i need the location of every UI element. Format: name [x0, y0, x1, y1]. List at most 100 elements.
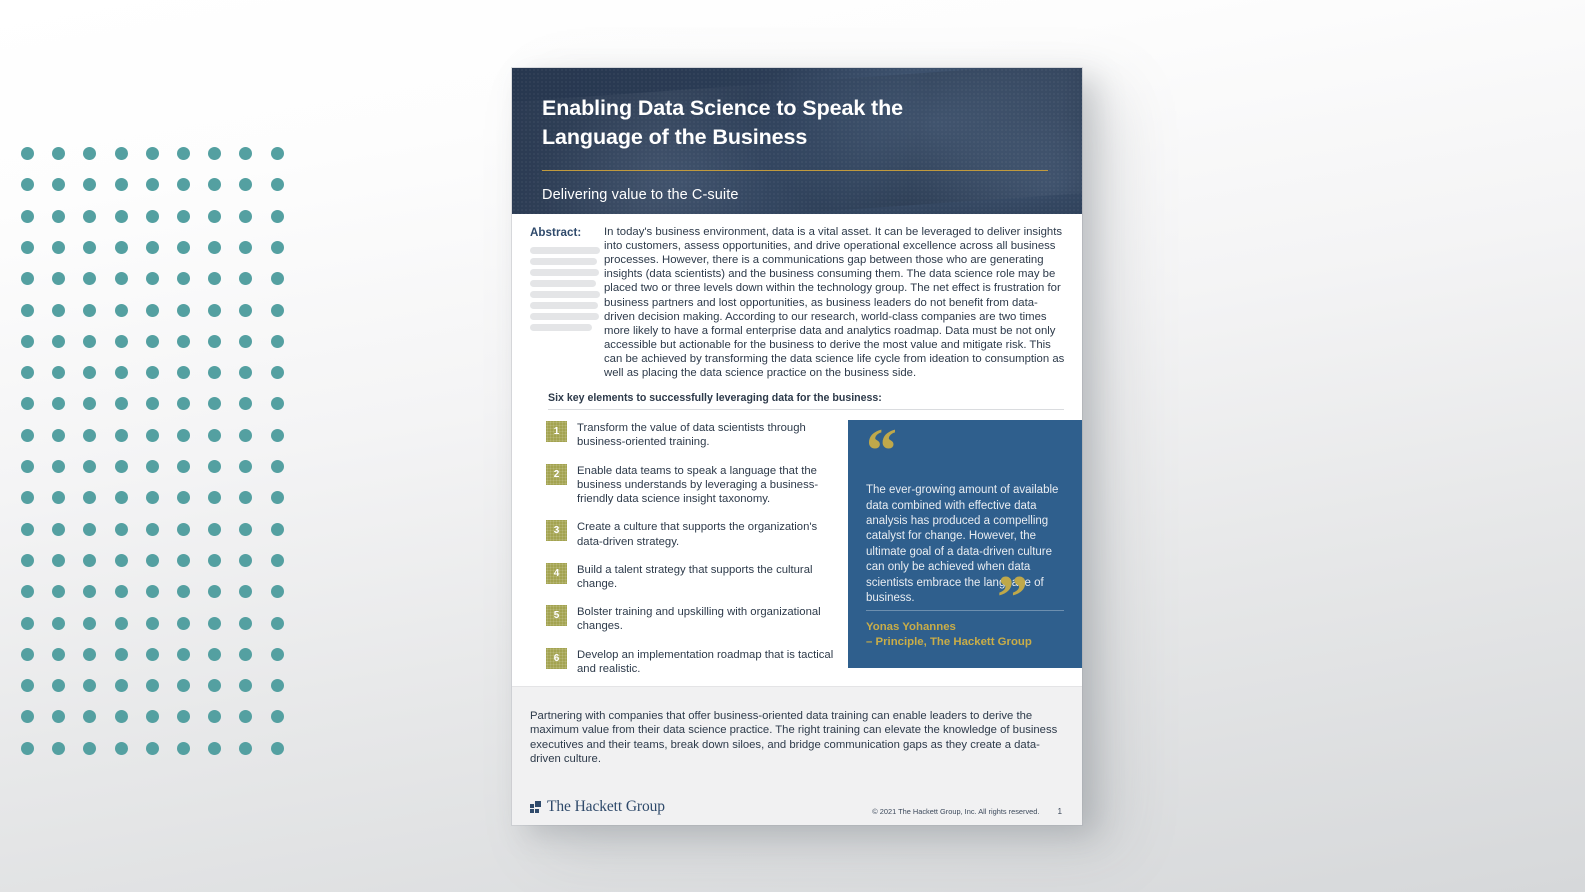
background-dot: [21, 366, 34, 380]
background-dot: [114, 710, 128, 724]
background-dot: [239, 366, 253, 380]
list-item: 5 Bolster training and upskilling with or…: [546, 604, 836, 633]
background-dot: [239, 178, 253, 192]
background-dot: [145, 647, 159, 661]
background-dot: [21, 209, 34, 223]
background-dot: [52, 272, 66, 286]
background-dot: [177, 616, 190, 630]
background-dot: [52, 366, 66, 380]
background-dot: [208, 585, 222, 599]
background-dot: [145, 272, 159, 286]
background-dot: [52, 460, 66, 473]
background-dot: [177, 178, 190, 192]
background-dot: [239, 209, 253, 223]
background-dot: [114, 272, 128, 286]
background-dot: [208, 679, 222, 693]
list-item-number-badge: 3: [546, 520, 567, 542]
background-dot: [208, 741, 222, 755]
background-dot: [239, 460, 253, 473]
footer-meta: © 2021 The Hackett Group, Inc. All right…: [872, 807, 1062, 816]
background-dot: [208, 460, 222, 473]
background-dot: [145, 428, 159, 442]
background-dot: [270, 647, 284, 661]
background-dot: [145, 710, 159, 724]
background-dot: [21, 147, 34, 160]
background-dot: [145, 460, 159, 473]
logo-mark-icon: [530, 800, 543, 814]
pull-quote-attribution: Yonas Yohannes – Principle, The Hackett …: [866, 620, 1064, 650]
background-dot: [21, 710, 34, 724]
pull-quote-divider: [866, 610, 1064, 612]
background-dot: [177, 710, 190, 724]
background-dot: [208, 334, 222, 348]
background-dot: [270, 428, 284, 442]
background-dot: [52, 616, 66, 630]
abstract-placeholder-bar: [530, 247, 600, 254]
background-dot: [21, 303, 34, 317]
background-dot: [83, 491, 97, 505]
background-dot: [114, 366, 128, 380]
background-dot: [145, 679, 159, 693]
logo-wordmark: The Hackett Group: [547, 798, 665, 815]
background-dot: [208, 647, 222, 661]
background-dot: [83, 553, 97, 567]
body-columns: 1 Transform the value of data scientists …: [512, 410, 1082, 689]
background-dot: [145, 741, 159, 755]
background-dot: [52, 522, 66, 536]
background-dot: [83, 366, 97, 380]
pull-quote-box: “ The ever-growing amount of available d…: [848, 420, 1082, 669]
background-dot: [208, 240, 222, 254]
background-dot: [114, 147, 128, 160]
background-dot: [270, 366, 284, 380]
background-dot: [270, 147, 284, 160]
background-dot: [270, 178, 284, 192]
background-dot: [114, 741, 128, 755]
abstract-section: Abstract: In today's business environmen…: [512, 214, 1082, 380]
background-dot: [114, 585, 128, 599]
background-dot: [239, 679, 253, 693]
header-gold-divider: [542, 170, 1048, 172]
background-dot-grid: [0, 0, 300, 892]
background-dot: [52, 303, 66, 317]
background-dot: [177, 397, 190, 411]
background-dot: [145, 522, 159, 536]
background-dot: [52, 240, 66, 254]
background-dot: [83, 272, 97, 286]
hackett-group-logo: The Hackett Group: [530, 798, 665, 816]
background-dot: [52, 647, 66, 661]
background-dot: [83, 710, 97, 724]
list-item-number-badge: 5: [546, 605, 567, 627]
document-header-banner: Enabling Data Science to Speak the Langu…: [512, 68, 1082, 214]
background-dot: [239, 616, 253, 630]
background-dot: [208, 303, 222, 317]
background-dot: [177, 741, 190, 755]
list-item: 1 Transform the value of data scientists …: [546, 420, 836, 449]
background-dot: [208, 491, 222, 505]
background-dot: [52, 209, 66, 223]
background-dot: [83, 741, 97, 755]
background-dot: [208, 147, 222, 160]
background-dot: [21, 522, 34, 536]
abstract-placeholder-bar: [530, 258, 598, 265]
background-dot: [83, 585, 97, 599]
list-item-number-badge: 6: [546, 647, 567, 669]
background-dot: [239, 397, 253, 411]
background-dot: [177, 647, 190, 661]
background-dot: [145, 366, 159, 380]
background-dot: [114, 303, 128, 317]
background-dot: [239, 741, 253, 755]
background-dot: [114, 428, 128, 442]
background-dot: [177, 240, 190, 254]
background-dot: [177, 209, 190, 223]
list-item-text: Bolster training and upskilling with org…: [577, 606, 821, 633]
background-dot: [208, 178, 222, 192]
background-dot: [52, 397, 66, 411]
background-dot: [145, 491, 159, 505]
background-dot: [239, 647, 253, 661]
document-subtitle: Delivering value to the C-suite: [542, 187, 739, 204]
background-dot: [208, 272, 222, 286]
background-dot: [21, 240, 34, 254]
background-dot: [177, 585, 190, 599]
abstract-placeholder-bar: [530, 302, 598, 309]
background-dot: [270, 209, 284, 223]
